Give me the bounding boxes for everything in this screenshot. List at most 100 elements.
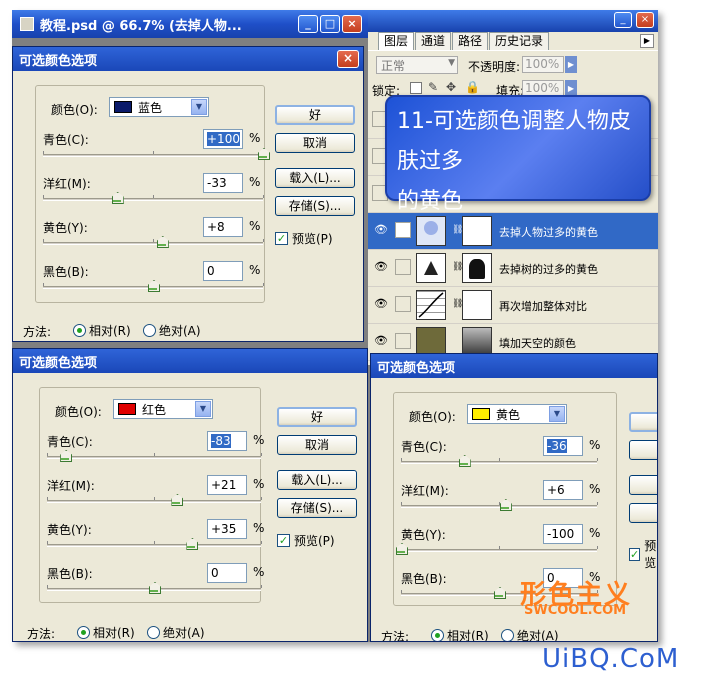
layer-name: 填加天空的颜色 — [499, 337, 576, 350]
chevron-down-icon[interactable]: ▼ — [549, 406, 565, 422]
slider-track-magenta[interactable] — [401, 502, 598, 509]
opacity-stepper-icon[interactable]: ▶ — [565, 56, 577, 73]
slider-track-cyan[interactable] — [47, 453, 262, 460]
eye-icon[interactable]: 👁 — [373, 334, 389, 350]
preview-checkbox[interactable]: ✓ 预览 — [629, 537, 657, 571]
tab-layers[interactable]: 图层 — [378, 32, 415, 50]
layers-panel-titlebar[interactable]: _ × — [368, 10, 658, 32]
eye-icon[interactable]: 👁 — [373, 297, 389, 313]
eye-icon[interactable]: 👁 — [373, 223, 389, 239]
save-button[interactable]: 存储 — [629, 503, 657, 523]
close-button[interactable]: × — [337, 50, 359, 68]
panel-menu-icon[interactable]: ▶ — [640, 34, 654, 48]
method-relative[interactable]: 相对(R) — [65, 322, 131, 339]
slider-track-cyan[interactable] — [401, 458, 598, 465]
preview-checkbox[interactable]: ✓ 预览(P) — [275, 230, 333, 247]
layer-row[interactable]: 👁 ⛓ 去掉树的过多的黄色 — [368, 250, 658, 287]
dialog-titlebar[interactable]: 可选颜色选项 × — [13, 47, 363, 71]
load-button[interactable]: 载入(L)... — [277, 470, 357, 490]
layer-mask-link-icon[interactable] — [395, 222, 411, 238]
load-button[interactable]: 载入 — [629, 475, 657, 495]
eye-icon[interactable]: 👁 — [373, 260, 389, 276]
chevron-down-icon[interactable]: ▼ — [195, 401, 211, 417]
maximize-button[interactable]: □ — [320, 15, 340, 33]
radio-icon[interactable] — [143, 324, 156, 337]
value-input-black[interactable]: 0 — [203, 261, 243, 281]
cancel-button[interactable] — [629, 440, 657, 460]
save-button[interactable]: 存储(S)... — [275, 196, 355, 216]
layer-link-cell[interactable] — [395, 333, 411, 349]
checkmark-icon[interactable]: ✓ — [277, 534, 290, 547]
tab-history[interactable]: 历史记录 — [489, 32, 550, 50]
slider-track-yellow[interactable] — [47, 541, 262, 548]
value-input-yellow[interactable]: +35 — [207, 519, 247, 539]
tab-paths[interactable]: 路径 — [452, 32, 489, 50]
slider-track-yellow[interactable] — [43, 239, 264, 246]
preview-checkbox[interactable]: ✓ 预览(P) — [277, 532, 335, 549]
document-icon — [20, 17, 34, 31]
checkmark-icon[interactable]: ✓ — [629, 547, 641, 561]
lock-transparency-icon[interactable] — [410, 82, 422, 94]
minimize-button[interactable]: _ — [298, 15, 318, 33]
cancel-button[interactable]: 取消 — [275, 133, 355, 153]
method-relative[interactable]: 相对(R) — [423, 627, 489, 641]
radio-icon[interactable] — [501, 629, 514, 641]
radio-selected-icon[interactable] — [431, 629, 444, 641]
radio-selected-icon[interactable] — [73, 324, 86, 337]
value-input-yellow[interactable]: -100 — [543, 524, 583, 544]
panel-minimize-button[interactable]: _ — [614, 12, 632, 28]
slider-track-yellow[interactable] — [397, 546, 598, 553]
ok-button[interactable]: 好 — [275, 105, 355, 125]
tab-channels[interactable]: 通道 — [415, 32, 452, 50]
value-input-cyan[interactable]: +100 — [203, 129, 243, 149]
dialog-titlebar[interactable]: 可选颜色选项 — [371, 354, 657, 378]
slider-track-magenta[interactable] — [47, 497, 262, 504]
color-swatch — [118, 403, 136, 415]
load-button[interactable]: 载入(L)... — [275, 168, 355, 188]
slider-track-black[interactable] — [43, 283, 264, 290]
ok-button[interactable]: 好 — [277, 407, 357, 427]
ok-button[interactable] — [629, 412, 657, 432]
method-relative[interactable]: 相对(R) — [69, 624, 135, 641]
color-select[interactable]: 蓝色 ▼ — [109, 97, 209, 117]
value-input-magenta[interactable]: +21 — [207, 475, 247, 495]
value-input-magenta[interactable]: +6 — [543, 480, 583, 500]
radio-icon[interactable] — [147, 626, 160, 639]
close-button[interactable]: × — [342, 15, 362, 33]
layer-row[interactable]: 👁 ⛓ 再次增加整体对比 — [368, 287, 658, 324]
slider-track-magenta[interactable] — [43, 195, 264, 202]
layer-link-cell[interactable] — [395, 259, 411, 275]
save-button[interactable]: 存储(S)... — [277, 498, 357, 518]
value-input-magenta[interactable]: -33 — [203, 173, 243, 193]
method-absolute[interactable]: 绝对(A) — [139, 624, 205, 641]
dialog-title: 可选颜色选项 — [19, 53, 98, 69]
value-input-black[interactable]: 0 — [207, 563, 247, 583]
dialog-titlebar[interactable]: 可选颜色选项 — [13, 349, 367, 373]
cancel-button[interactable]: 取消 — [277, 435, 357, 455]
document-window-titlebar[interactable]: 教程.psd @ 66.7% (去掉人物... _ □ × — [12, 10, 368, 38]
value-input-cyan[interactable]: -83 — [207, 431, 247, 451]
value-input-cyan[interactable]: -36 — [543, 436, 583, 456]
method-absolute[interactable]: 绝对(A) — [135, 322, 201, 339]
panel-close-button[interactable]: × — [636, 12, 654, 28]
radio-selected-icon[interactable] — [77, 626, 90, 639]
color-select[interactable]: 黄色 ▼ — [467, 404, 567, 424]
mask-thumbnail[interactable] — [462, 290, 492, 320]
value-input-yellow[interactable]: +8 — [203, 217, 243, 237]
adjustment-layer-thumbnail[interactable] — [416, 253, 446, 283]
mask-thumbnail[interactable] — [462, 253, 492, 283]
lock-all-icon[interactable]: 🔒 — [465, 80, 480, 94]
chevron-down-icon[interactable]: ▼ — [191, 99, 207, 115]
slider-track-cyan[interactable] — [43, 151, 267, 158]
opacity-input[interactable]: 100% — [522, 56, 564, 73]
value-text: -83 — [211, 434, 231, 448]
slider-track-black[interactable] — [47, 585, 262, 592]
layer-link-cell[interactable] — [395, 296, 411, 312]
lock-brush-icon[interactable]: ✎ — [428, 80, 438, 94]
color-select[interactable]: 红色 ▼ — [113, 399, 213, 419]
lock-move-icon[interactable]: ✥ — [446, 80, 456, 94]
checkmark-icon[interactable]: ✓ — [275, 232, 288, 245]
curves-thumbnail[interactable] — [416, 290, 446, 320]
method-absolute[interactable]: 绝对(A) — [493, 627, 559, 641]
blend-mode-select[interactable]: 正常 ▼ — [376, 56, 458, 74]
